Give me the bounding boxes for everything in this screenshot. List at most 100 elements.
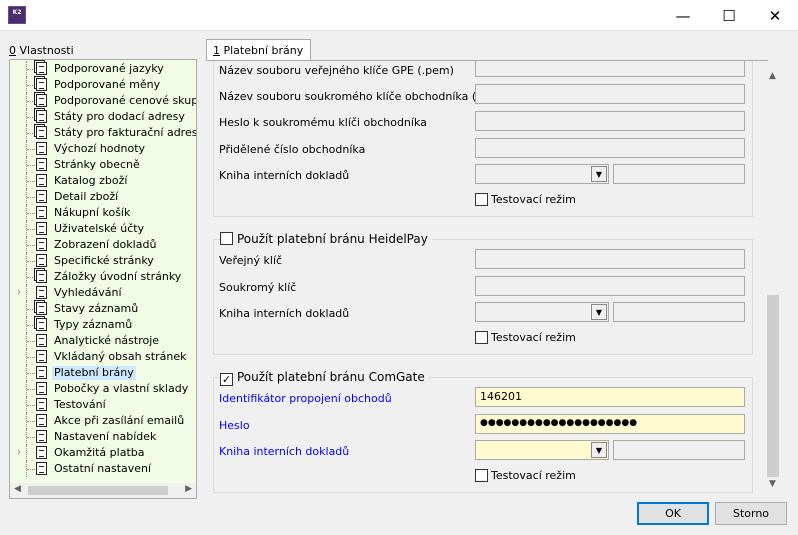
gpe-merchant-number-field[interactable] xyxy=(475,138,745,158)
tab-payment-gateways[interactable]: 1 Platební brány xyxy=(206,39,311,61)
tree-item[interactable]: Katalog zboží xyxy=(10,173,196,189)
heidelpay-private-key-field[interactable] xyxy=(475,276,745,296)
document-icon xyxy=(36,142,47,155)
tree-item[interactable]: Podporované jazyky xyxy=(10,61,196,77)
tree-connector xyxy=(27,245,35,246)
tree-item[interactable]: Zobrazení dokladů xyxy=(10,237,196,253)
heidelpay-test-mode-label: Testovací režim xyxy=(491,331,576,344)
tree-item[interactable]: Akce při zasílání emailů xyxy=(10,413,196,429)
tree-item[interactable]: Testování xyxy=(10,397,196,413)
tree-item[interactable]: Stavy záznamů xyxy=(10,301,196,317)
chevron-down-icon[interactable]: ▼ xyxy=(591,442,607,458)
ok-button[interactable]: OK xyxy=(637,502,709,525)
scroll-up-icon[interactable]: ▲ xyxy=(769,71,776,81)
document-icon xyxy=(36,254,47,267)
content-scroll-thumb[interactable] xyxy=(767,295,779,477)
tree-item[interactable]: Uživatelské účty xyxy=(10,221,196,237)
tree-item[interactable]: Analytické nástroje xyxy=(10,333,196,349)
tree-scroll-thumb[interactable] xyxy=(28,486,168,495)
checkmark-icon: ✓ xyxy=(221,373,232,386)
properties-hotkey: 0 xyxy=(9,44,16,57)
cancel-button[interactable]: Storno xyxy=(715,502,787,525)
tree-item[interactable]: › Vyhledávání xyxy=(10,285,196,301)
heidelpay-public-key-field[interactable] xyxy=(475,249,745,269)
tree-item-label: Katalog zboží xyxy=(54,174,128,187)
properties-label-text: Vlastnosti xyxy=(16,44,74,57)
document-icon xyxy=(36,398,47,411)
gpe-book-combo[interactable]: ▼ xyxy=(475,164,609,184)
gpe-test-mode-checkbox[interactable] xyxy=(475,193,488,206)
tree-item[interactable]: Státy pro fakturační adresy xyxy=(10,125,196,141)
tree-item[interactable]: Státy pro dodací adresy xyxy=(10,109,196,125)
heidelpay-enable[interactable]: Použít platební bránu HeidelPay xyxy=(220,232,432,246)
tree-item[interactable]: Ostatní nastavení xyxy=(10,461,196,477)
multi-document-icon xyxy=(36,126,47,139)
tree-item[interactable]: Vkládaný obsah stránek xyxy=(10,349,196,365)
comgate-password-field[interactable]: ●●●●●●●●●●●●●●●●●●●● xyxy=(475,414,745,434)
tab-label: Platební brány xyxy=(220,44,304,57)
gpe-test-mode-label: Testovací režim xyxy=(491,193,576,206)
tree-item[interactable]: Specifické stránky xyxy=(10,253,196,269)
heidelpay-test-mode-checkbox[interactable] xyxy=(475,331,488,344)
comgate-enable-checkbox[interactable]: ✓ xyxy=(220,373,233,386)
document-icon xyxy=(36,158,47,171)
comgate-book-combo[interactable]: ▼ xyxy=(475,440,609,460)
tree-item[interactable]: Platební brány xyxy=(10,365,196,381)
tree-horizontal-scrollbar[interactable]: ◀ ▶ xyxy=(9,483,197,499)
tree-item[interactable]: Podporované cenové skupiny xyxy=(10,93,196,109)
chevron-down-icon[interactable]: ▼ xyxy=(591,304,607,320)
tree-connector xyxy=(27,165,35,166)
document-icon xyxy=(36,446,47,459)
scroll-right-icon[interactable]: ▶ xyxy=(185,484,192,494)
comgate-id-label: Identifikátor propojení obchodů xyxy=(219,392,392,405)
tree-item-label: Stránky obecně xyxy=(54,158,140,171)
tree-connector xyxy=(27,229,35,230)
comgate-test-mode-label: Testovací režim xyxy=(491,469,576,482)
gpe-private-key-label: Název souboru soukromého klíče obchodník… xyxy=(219,90,504,103)
tree-connector xyxy=(27,133,35,134)
comgate-id-field[interactable]: 146201 xyxy=(475,387,745,407)
gpe-private-key-field[interactable] xyxy=(475,84,745,104)
document-icon xyxy=(36,286,47,299)
tree-item-label: Specifické stránky xyxy=(54,254,154,267)
tree-item[interactable]: Záložky úvodní stránky xyxy=(10,269,196,285)
tree-item[interactable]: Podporované měny xyxy=(10,77,196,93)
multi-document-icon xyxy=(36,270,47,283)
properties-tree[interactable]: Podporované jazyky Podporované měny Podpor… xyxy=(9,59,197,499)
tree-item-label: Okamžitá platba xyxy=(54,446,145,459)
heidelpay-enable-label: Použít platební bránu HeidelPay xyxy=(237,232,428,246)
heidelpay-book-combo[interactable]: ▼ xyxy=(475,302,609,322)
tree-item[interactable]: Pobočky a vlastní sklady xyxy=(10,381,196,397)
tree-item-label: Podporované měny xyxy=(54,78,161,91)
expand-chevron-icon[interactable]: › xyxy=(17,287,27,299)
expand-chevron-icon[interactable]: › xyxy=(17,447,27,459)
tree-item-label: Stavy záznamů xyxy=(54,302,139,315)
tree-item[interactable]: Výchozí hodnoty xyxy=(10,141,196,157)
tree-item[interactable]: Nákupní košík xyxy=(10,205,196,221)
content-vertical-scrollbar[interactable]: ▲ ▼ xyxy=(764,61,782,493)
tree-item[interactable]: Stránky obecně xyxy=(10,157,196,173)
tree-item-label: Vyhledávání xyxy=(54,286,122,299)
minimize-button[interactable]: — xyxy=(660,0,706,31)
gpe-public-key-field[interactable] xyxy=(475,61,745,77)
multi-document-icon xyxy=(36,302,47,315)
tree-item[interactable]: › Okamžitá platba xyxy=(10,445,196,461)
scroll-left-icon[interactable]: ◀ xyxy=(14,484,21,494)
tree-item-label: Nákupní košík xyxy=(54,206,131,219)
tree-item[interactable]: Typy záznamů xyxy=(10,317,196,333)
tree-item[interactable]: Detail zboží xyxy=(10,189,196,205)
heidelpay-enable-checkbox[interactable] xyxy=(220,232,233,245)
chevron-down-icon[interactable]: ▼ xyxy=(591,166,607,182)
tree-item[interactable]: Nastavení nabídek xyxy=(10,429,196,445)
close-button[interactable]: ✕ xyxy=(752,0,798,31)
comgate-test-mode-checkbox[interactable] xyxy=(475,469,488,482)
tree-connector xyxy=(27,469,35,470)
multi-document-icon xyxy=(36,110,47,123)
gpe-key-password-label: Heslo k soukromému klíči obchodníka xyxy=(219,116,427,129)
app-logo-icon: K2 xyxy=(8,6,26,24)
scroll-down-icon[interactable]: ▼ xyxy=(769,479,776,489)
tree-item-label: Detail zboží xyxy=(54,190,119,203)
gpe-key-password-field[interactable] xyxy=(475,111,745,131)
maximize-button[interactable]: ☐ xyxy=(706,0,752,31)
comgate-enable[interactable]: ✓ Použít platební bránu ComGate xyxy=(220,370,429,386)
